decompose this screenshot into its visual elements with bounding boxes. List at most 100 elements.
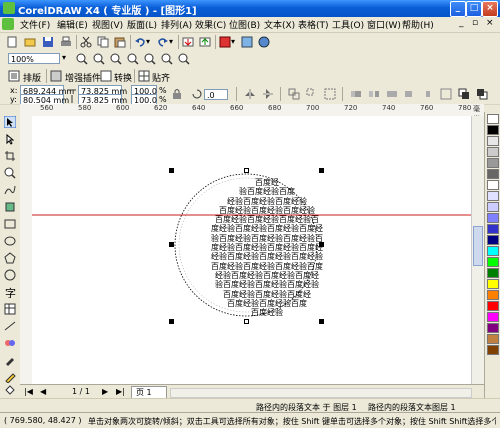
menu-view[interactable]: 视图(V) (92, 18, 123, 31)
zoom-tool-icon[interactable] (4, 167, 16, 179)
zoom-out-icon[interactable] (93, 53, 105, 65)
color-swatch[interactable] (487, 334, 499, 344)
color-swatch[interactable] (487, 169, 499, 179)
color-swatch[interactable] (487, 224, 499, 234)
mirror-vertical-icon[interactable] (262, 88, 274, 100)
export-icon[interactable] (199, 36, 211, 48)
dimension-tool-icon[interactable] (4, 320, 16, 332)
snap-button[interactable]: 贴齐 (152, 71, 170, 84)
selection-handle-left[interactable] (169, 242, 174, 247)
import-icon[interactable] (182, 36, 194, 48)
color-swatch[interactable] (487, 213, 499, 223)
color-swatch[interactable] (487, 147, 499, 157)
fill-tool-icon[interactable] (4, 384, 16, 396)
new-document-icon[interactable] (6, 36, 18, 48)
drawing-canvas[interactable]: 百度经 验百度经验百度 经验百度经验百度经验 百度经验百度经验百度经验 百度经验… (32, 116, 471, 384)
menu-table[interactable]: 表格(T) (298, 18, 329, 31)
to-front-icon[interactable] (458, 88, 470, 100)
color-swatch[interactable] (487, 257, 499, 267)
horizontal-scrollbar[interactable] (170, 388, 472, 398)
menu-file[interactable]: 文件(F) (20, 18, 50, 31)
color-swatch[interactable] (487, 301, 499, 311)
crop-tool-icon[interactable] (4, 150, 16, 162)
color-swatch[interactable] (487, 323, 499, 333)
menu-help[interactable]: 帮助(H) (402, 18, 434, 31)
intersect-icon[interactable] (422, 88, 434, 100)
trim-icon[interactable] (404, 88, 416, 100)
color-swatch[interactable] (487, 114, 499, 124)
smart-fill-tool-icon[interactable] (4, 201, 16, 213)
menu-arrange[interactable]: 排列(A) (161, 18, 192, 31)
doc-minimize-button[interactable]: _ (459, 18, 464, 28)
color-swatch[interactable] (487, 158, 499, 168)
color-swatch[interactable] (487, 246, 499, 256)
color-swatch[interactable] (487, 191, 499, 201)
ungroup-icon[interactable] (306, 88, 318, 100)
vertical-scrollbar[interactable] (471, 116, 485, 384)
group-icon[interactable] (288, 88, 300, 100)
convert-button[interactable]: 转换 (114, 71, 132, 84)
enhance-plugin-button[interactable]: 增强插件 (65, 71, 101, 84)
rotation-field[interactable]: .0 (204, 89, 228, 100)
basic-shapes-tool-icon[interactable] (4, 269, 16, 281)
selection-handle-bottom[interactable] (244, 319, 249, 324)
welcome-screen-icon[interactable] (241, 36, 253, 48)
color-swatch[interactable] (487, 312, 499, 322)
zoom-dropdown-icon[interactable]: ▾ (62, 53, 66, 62)
cut-icon[interactable] (80, 36, 92, 48)
doc-close-button[interactable]: × (486, 18, 494, 28)
minimize-button[interactable]: _ (450, 1, 466, 17)
zoom-selected-icon[interactable] (110, 53, 122, 65)
redo-dropdown-icon[interactable]: ▾ (169, 37, 173, 46)
launcher-dropdown-icon[interactable]: ▾ (231, 37, 235, 46)
mirror-horizontal-icon[interactable] (244, 88, 256, 100)
menu-text[interactable]: 文本(X) (264, 18, 295, 31)
zoom-all-icon[interactable] (127, 53, 139, 65)
color-swatch[interactable] (487, 268, 499, 278)
zoom-level-select[interactable]: 100% (8, 53, 60, 64)
ungroup-all-icon[interactable] (324, 88, 336, 100)
open-folder-icon[interactable] (24, 36, 36, 48)
maximize-button[interactable]: □ (466, 1, 482, 17)
color-swatch[interactable] (487, 136, 499, 146)
selection-handle-right[interactable] (319, 242, 324, 247)
undo-dropdown-icon[interactable]: ▾ (146, 37, 150, 46)
selection-handle-top-right[interactable] (319, 168, 324, 173)
save-icon[interactable] (42, 36, 54, 48)
corel-online-icon[interactable] (258, 36, 270, 48)
color-swatch[interactable] (487, 125, 499, 135)
selection-handle-bottom-right[interactable] (319, 319, 324, 324)
zoom-width-icon[interactable] (161, 53, 173, 65)
doc-restore-button[interactable]: ▫ (472, 18, 478, 28)
layout-button[interactable]: 排版 (23, 71, 41, 84)
polygon-tool-icon[interactable] (4, 252, 16, 264)
undo-icon[interactable] (134, 36, 146, 48)
redo-icon[interactable] (157, 36, 169, 48)
application-launcher-icon[interactable] (219, 36, 231, 48)
close-button[interactable]: × (482, 1, 498, 17)
color-swatch[interactable] (487, 202, 499, 212)
freehand-tool-icon[interactable] (4, 184, 16, 196)
color-swatch[interactable] (487, 290, 499, 300)
simplify-icon[interactable] (440, 88, 452, 100)
combine-icon[interactable] (350, 88, 362, 100)
text-tool-icon[interactable]: 字 (4, 286, 16, 298)
table-tool-icon[interactable] (4, 303, 16, 315)
break-apart-icon[interactable] (368, 88, 380, 100)
color-swatch[interactable] (487, 279, 499, 289)
menu-edit[interactable]: 编辑(E) (57, 18, 88, 31)
menu-effects[interactable]: 效果(C) (195, 18, 226, 31)
ellipse-tool-icon[interactable] (4, 235, 16, 247)
menu-window[interactable]: 窗口(W) (367, 18, 401, 31)
shape-tool-icon[interactable] (4, 133, 16, 145)
zoom-in-icon[interactable] (76, 53, 88, 65)
interactive-blend-tool-icon[interactable] (4, 337, 16, 349)
menu-bitmaps[interactable]: 位图(B) (229, 18, 260, 31)
rectangle-tool-icon[interactable] (4, 218, 16, 230)
zoom-height-icon[interactable] (178, 53, 190, 65)
color-swatch[interactable] (487, 235, 499, 245)
selection-handle-bottom-left[interactable] (169, 319, 174, 324)
eyedropper-tool-icon[interactable] (4, 354, 16, 366)
scrollbar-thumb[interactable] (473, 226, 483, 266)
menu-tools[interactable]: 工具(O) (332, 18, 364, 31)
